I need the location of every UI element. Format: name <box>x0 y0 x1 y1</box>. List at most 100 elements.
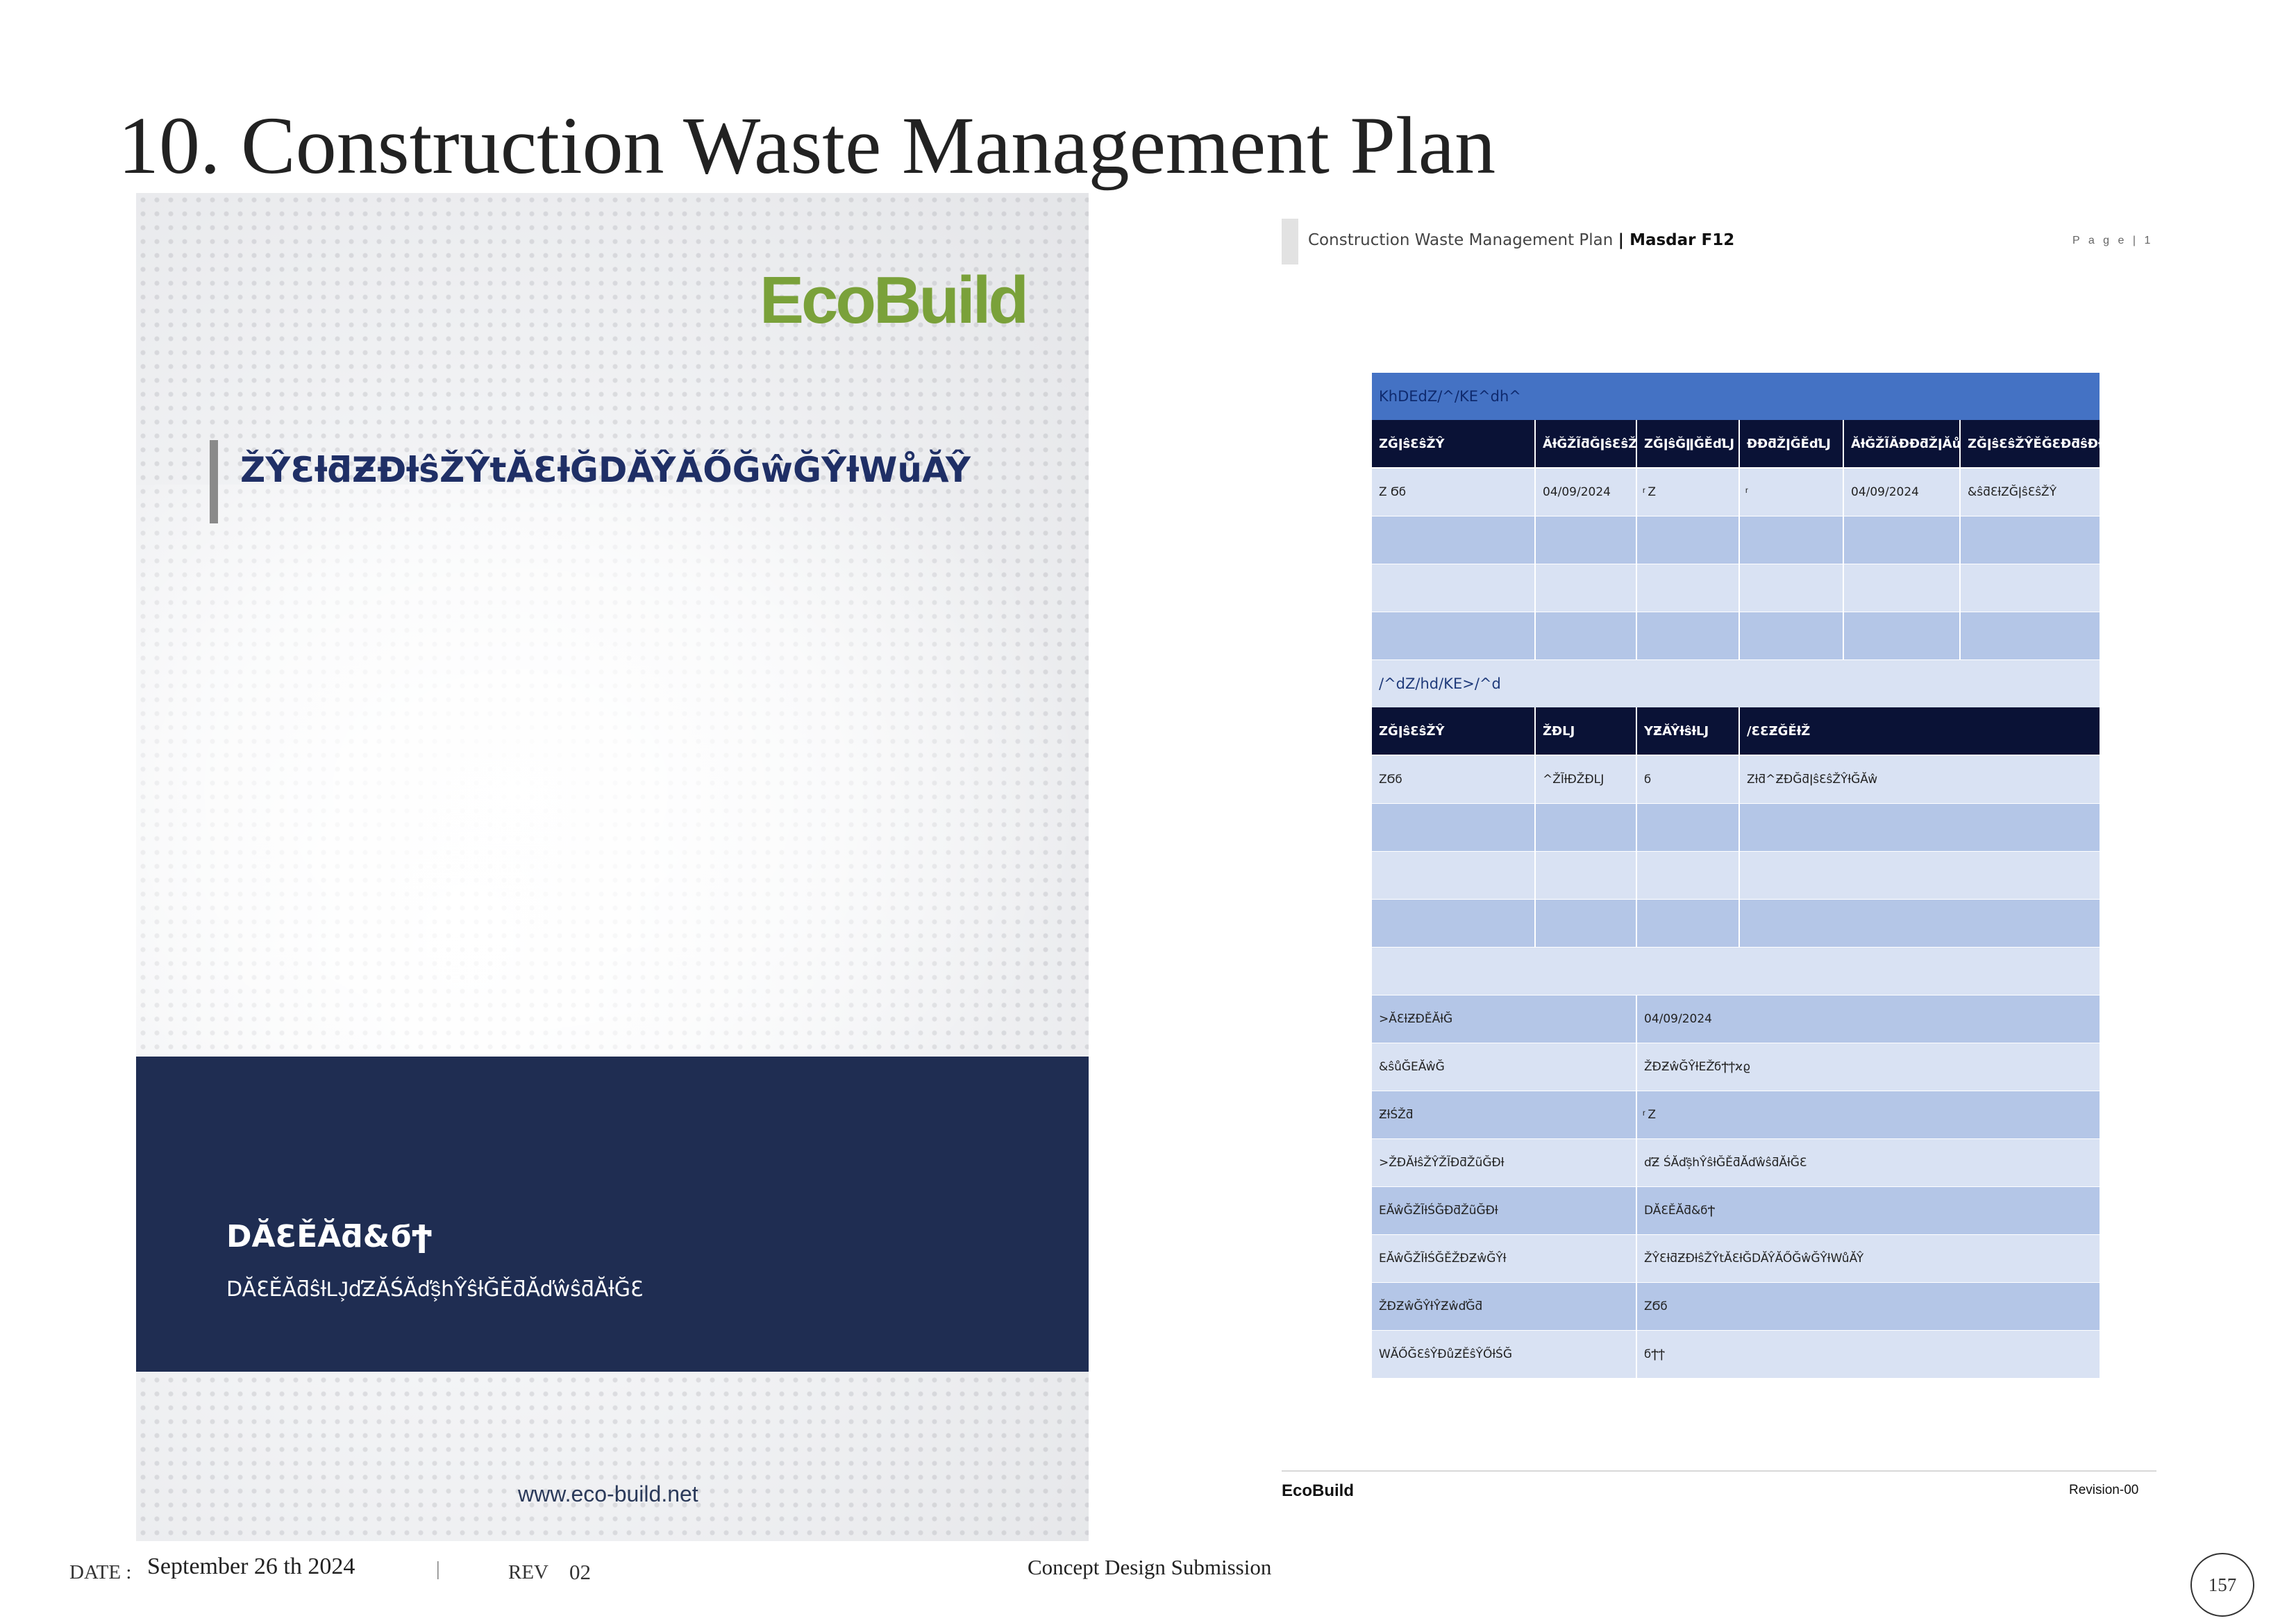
table-cell <box>1740 516 1844 564</box>
table-cell: ^ŽĨƚĐŽƉǇ <box>1536 756 1637 803</box>
table-cell <box>1536 564 1637 612</box>
info-row: EĂŵĞŽĨƚŚĞĚŽĐƵŵĞŶƚ ŽŶƐƚƌƵĐƚŝŽŶtĂƐƚĞDĂŶĂŐĞ… <box>1372 1235 2100 1283</box>
table-row <box>1372 804 2100 852</box>
table-cell <box>1637 804 1740 851</box>
section-title-text: KhDEdZ/^/KE^dh^ <box>1379 388 1521 405</box>
table-cell <box>1372 804 1536 851</box>
table-header-row: ZĞǀŝƐŝŽŶ ĂƚĞŽĨƌĞǀŝƐŝŽŶ ZĞǀŝĞǁĞĚďǇ ƉƉƌŽǀĞ… <box>1372 420 2100 469</box>
info-value: ͬ Z <box>1644 1108 1657 1122</box>
info-row: WĂŐĞƐŝŶĐůƵĚŝŶŐƚŚĞ ϭϮϯ <box>1372 1331 2100 1379</box>
info-label: ŽĐƵŵĞŶƚŶƵŵďĞƌ <box>1372 1283 1637 1330</box>
info-value: 04/09/2024 <box>1644 1012 1712 1026</box>
table-cell <box>1536 804 1637 851</box>
cover-page-preview: EcoBuild ŽŶƐƚƌƵĐƚŝŽŶtĂƐƚĞDĂŶĂŐĞŵĞŶƚWůĂŶ … <box>136 193 1089 1541</box>
info-row: >ŽĐĂƚŝŽŶŽĨƉƌŽũĞĐƚ ďƵ ŚĂďŝ͕hŶŝƚĞĚƌĂďŵŝƌĂƚ… <box>1372 1139 2100 1187</box>
info-label: ƵƚŚŽƌ <box>1372 1091 1637 1138</box>
doc-footer-revision: Revision-00 <box>2069 1483 2139 1497</box>
section-title-text: /^dZ/hd/KE>/^d <box>1379 675 1501 692</box>
info-row: &ŝůĞEĂŵĞ ŽĐƵŵĞŶƚEŽ͘ϭϮϯϰϱ <box>1372 1043 2100 1091</box>
info-label: >ĂƐƚƵƉĚĂƚĞ <box>1372 995 1637 1043</box>
table-header-cell: YƵĂŶƚŝƚǇ <box>1637 707 1740 755</box>
info-row: EĂŵĞŽĨƚŚĞƉƌŽũĞĐƚ DĂƐĚĂƌ&ϭϮ <box>1372 1187 2100 1235</box>
doc-header-title: Construction Waste Management Plan <box>1308 231 1618 249</box>
info-value: ZϬϭ <box>1644 1300 1668 1313</box>
doc-header-accent <box>1282 219 1298 264</box>
table-cell <box>1740 852 2100 899</box>
info-value: ďƵ ŚĂďŝ͕hŶŝƚĞĚƌĂďŵŝƌĂƚĞƐ <box>1644 1156 1807 1170</box>
table-cell <box>1536 612 1637 659</box>
table-cell: 04/09/2024 <box>1844 469 1961 516</box>
table-section-title: /^dZ/hd/KE>/^d <box>1372 660 2100 707</box>
info-value: ϭϮϯ <box>1644 1347 1665 1361</box>
table-header-cell: ZĞǀŝƐŝŽŶĚĞƐĐƌŝƉƚŝŽŶ <box>1968 436 2100 451</box>
info-row: >ĂƐƚƵƉĚĂƚĞ 04/09/2024 <box>1372 995 2100 1043</box>
info-row: ŽĐƵŵĞŶƚŶƵŵďĞƌ ZϬϭ <box>1372 1283 2100 1331</box>
table-section-title: KhDEdZ/^/KE^dh^ <box>1372 373 2100 420</box>
document-status-table: KhDEdZ/^/KE^dh^ ZĞǀŝƐŝŽŶ ĂƚĞŽĨƌĞǀŝƐŝŽŶ Z… <box>1372 373 2100 1379</box>
cover-website: www.eco-build.net <box>518 1481 698 1506</box>
table-cell <box>1961 564 2100 612</box>
table-cell <box>1637 900 1740 947</box>
table-cell <box>1637 564 1740 612</box>
page-number-badge: 157 <box>2190 1553 2254 1617</box>
table-header-cell: ZĞǀŝƐŝŽŶ <box>1372 420 1536 467</box>
info-value: DĂƐĚĂƌ&ϭϮ <box>1644 1204 1716 1218</box>
cover-title-accent-bar <box>210 440 218 523</box>
table-row <box>1372 900 2100 948</box>
table-cell <box>1844 516 1961 564</box>
info-label: EĂŵĞŽĨƚŚĞĚŽĐƵŵĞŶƚ <box>1372 1235 1637 1282</box>
table-header-cell: ĂƚĞŽĨƌĞǀŝƐŝŽŶ <box>1536 420 1637 467</box>
table-cell: Zƚƌ^ƵƉĞƌǀŝƐŝŽŶƚĞĂŵ <box>1747 773 1878 787</box>
info-label: EĂŵĞŽĨƚŚĞƉƌŽũĞĐƚ <box>1372 1187 1637 1234</box>
info-value: ŽŶƐƚƌƵĐƚŝŽŶtĂƐƚĞDĂŶĂŐĞŵĞŶƚWůĂŶ <box>1644 1252 1864 1265</box>
table-cell <box>1372 900 1536 947</box>
table-cell <box>1536 516 1637 564</box>
doc-header-project: | Masdar F12 <box>1618 231 1735 249</box>
table-cell <box>1536 852 1637 899</box>
table-header-cell: ƉƉƌŽǀĞĚďǇ <box>1740 420 1844 467</box>
table-cell <box>1637 516 1740 564</box>
date-value: September 26 th 2024 <box>147 1554 355 1579</box>
table-header-cell: ŽƉǇ <box>1536 707 1637 755</box>
cover-project-location: DĂƐĚĂƌŝƚǇ͕ďƵĂŚĂďŝ͕hŶŝƚĞĚƌĂďŵŝƌĂƚĞƐ <box>226 1277 644 1302</box>
table-cell: ͬ <box>1740 469 1844 516</box>
cover-project-name: DĂƐĚĂƌ&ϭϮ <box>226 1219 433 1254</box>
doc-header: Construction Waste Management Plan | Mas… <box>1308 231 1734 249</box>
table-cell: &ŝƌƐƚZĞǀŝƐŝŽŶ <box>1968 485 2057 499</box>
info-label: WĂŐĞƐŝŶĐůƵĚŝŶŐƚŚĞ <box>1372 1331 1637 1378</box>
table-spacer-row <box>1372 948 2100 995</box>
table-row: ZϬϭ ^ŽĨƚĐŽƉǇ ϭ Zƚƌ^ƵƉĞƌǀŝƐŝŽŶƚĞĂŵ <box>1372 756 2100 804</box>
page-title: 10. Construction Waste Management Plan <box>118 100 1496 191</box>
table-cell <box>1961 612 2100 659</box>
table-cell <box>1844 564 1961 612</box>
table-row <box>1372 516 2100 564</box>
rev-value: 02 <box>569 1560 591 1584</box>
ecobuild-logo: EcoBuild <box>759 263 1029 337</box>
table-cell <box>1637 852 1740 899</box>
table-cell <box>1372 852 1536 899</box>
table-header-cell: ĂƚĞŽĨĂƉƉƌŽǀĂů <box>1844 420 1961 467</box>
table-row <box>1372 564 2100 612</box>
table-cell <box>1372 516 1536 564</box>
table-cell <box>1372 564 1536 612</box>
doc-page-label: P a g e | 1 <box>2072 235 2154 246</box>
table-cell <box>1740 612 1844 659</box>
table-header-row: ZĞǀŝƐŝŽŶ ŽƉǇ YƵĂŶƚŝƚǇ /ƐƐƵĞĚƚŽ <box>1372 707 2100 756</box>
table-cell <box>1844 612 1961 659</box>
info-label: &ŝůĞEĂŵĞ <box>1372 1043 1637 1091</box>
table-row <box>1372 612 2100 660</box>
submission-label: Concept Design Submission <box>1028 1555 1272 1579</box>
cover-title: ŽŶƐƚƌƵĐƚŝŽŶtĂƐƚĞDĂŶĂŐĞŵĞŶƚWůĂŶ <box>240 450 971 490</box>
table-row: Z Ϭϭ 04/09/2024 ͬ Z ͬ 04/09/2024 &ŝƌƐƚZĞ… <box>1372 469 2100 516</box>
info-value: ŽĐƵŵĞŶƚEŽ͘ϭϮϯϰϱ <box>1644 1060 1751 1074</box>
table-cell <box>1372 948 2100 995</box>
table-cell <box>1740 804 2100 851</box>
doc-footer-divider <box>1282 1470 2156 1472</box>
table-cell: 04/09/2024 <box>1536 469 1637 516</box>
footer-separator: | <box>436 1558 440 1580</box>
table-cell <box>1961 516 2100 564</box>
table-cell: Z Ϭϭ <box>1372 469 1536 516</box>
table-header-cell: ZĞǀŝĞǁĞĚďǇ <box>1637 420 1740 467</box>
table-cell: ϭ <box>1637 756 1740 803</box>
table-header-cell: ZĞǀŝƐŝŽŶ <box>1372 707 1536 755</box>
